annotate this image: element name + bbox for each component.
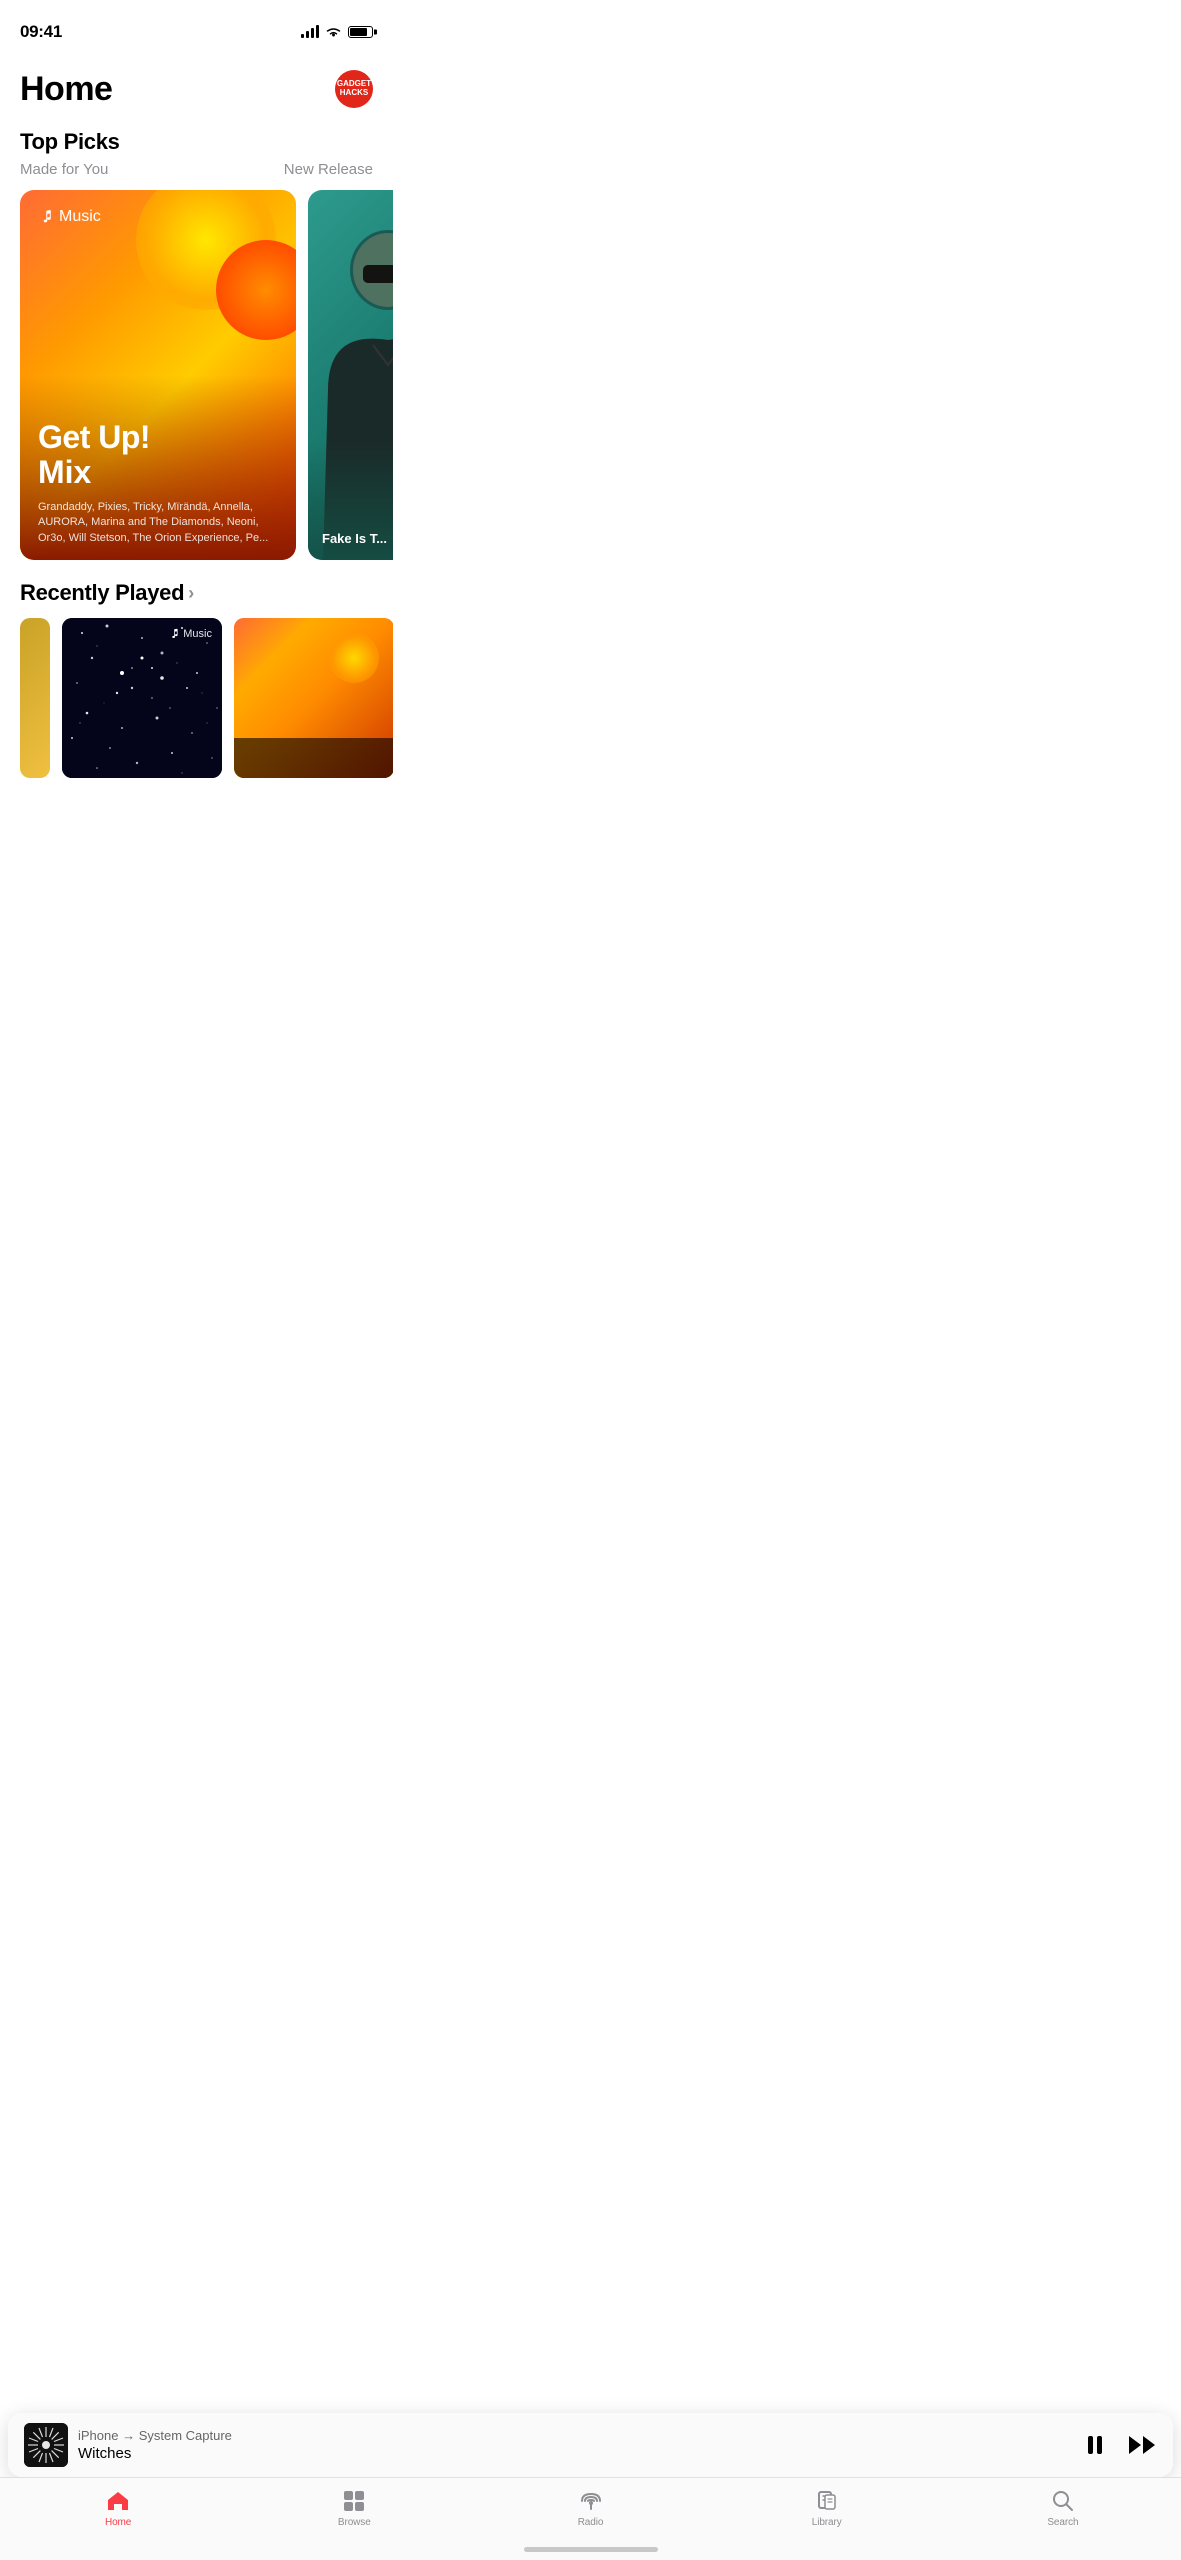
new-release-card[interactable]: Fake Is T... [308, 190, 393, 560]
now-playing-info: iPhone → System Capture Witches [78, 2428, 1073, 2462]
card-artists: Grandaddy, Pixies, Tricky, Mïrändä, Anne… [38, 500, 278, 546]
new-release-link[interactable]: New Release [284, 161, 373, 178]
pause-button[interactable] [1083, 2431, 1111, 2459]
now-playing-bar[interactable]: iPhone → System Capture Witches [8, 2413, 1173, 2477]
battery-icon [348, 26, 373, 38]
stars-bg [62, 618, 222, 778]
home-indicator [524, 2547, 658, 2552]
card-title-line1: Get Up! [38, 420, 278, 455]
tab-home[interactable]: Home [0, 2488, 236, 2528]
card-title-line2: Mix [38, 455, 278, 490]
apple-music-badge: Music [168, 628, 212, 640]
recent-card-starfield[interactable]: Music [62, 618, 222, 778]
tab-library-label: Library [812, 2517, 842, 2528]
top-picks-subtitle: Made for You [20, 161, 108, 178]
avatar[interactable]: GADGET HACKS [335, 70, 373, 108]
pause-icon [1088, 2436, 1106, 2454]
status-time: 09:41 [20, 22, 62, 42]
library-tab-icon [814, 2488, 840, 2514]
tab-library[interactable]: Library [709, 2488, 945, 2528]
fast-forward-icon [1129, 2434, 1157, 2456]
now-playing-route: iPhone → System Capture [78, 2428, 1073, 2445]
get-up-mix-card[interactable]: Music Get Up! Mix Grandaddy, Pixies, Tri… [20, 190, 296, 560]
top-picks-scroll: Music Get Up! Mix Grandaddy, Pixies, Tri… [0, 190, 393, 560]
tab-home-label: Home [105, 2517, 131, 2528]
fast-forward-button[interactable] [1129, 2431, 1157, 2459]
apple-music-label: Music [59, 208, 101, 226]
recently-played-chevron: › [188, 583, 194, 604]
recently-played-title: Recently Played [20, 580, 184, 606]
top-picks-subtitle-row: Made for You New Release [0, 159, 393, 190]
browse-tab-icon [341, 2488, 367, 2514]
tab-radio-label: Radio [578, 2517, 604, 2528]
page-title: Home [20, 70, 112, 109]
recent-card-orange[interactable] [234, 618, 393, 778]
recent-cards-scroll: Music [0, 618, 393, 778]
status-bar: 09:41 [0, 0, 393, 50]
avatar-text: GADGET HACKS [337, 80, 371, 98]
now-playing-track: Witches [78, 2445, 1073, 2462]
search-tab-icon [1050, 2488, 1076, 2514]
home-tab-icon [105, 2488, 131, 2514]
top-picks-title: Top Picks [20, 129, 373, 155]
radio-tab-icon [578, 2488, 604, 2514]
now-playing-controls [1083, 2431, 1157, 2459]
tab-radio[interactable]: Radio [472, 2488, 708, 2528]
tab-search[interactable]: Search [945, 2488, 1181, 2528]
tab-search-label: Search [1047, 2517, 1078, 2528]
tab-browse[interactable]: Browse [236, 2488, 472, 2528]
apple-music-badge-text: Music [183, 628, 212, 640]
top-picks-header: Top Picks [0, 119, 393, 159]
apple-music-logo: Music [38, 208, 101, 226]
page-header: Home GADGET HACKS [0, 50, 393, 119]
card-title-group: Get Up! Mix [38, 420, 278, 490]
recent-card-partial[interactable] [20, 618, 50, 778]
now-playing-artwork [24, 2423, 68, 2467]
second-card-text: Fake Is T... [322, 531, 393, 546]
wifi-icon [325, 26, 342, 39]
recently-played-header[interactable]: Recently Played › [0, 560, 393, 618]
tab-browse-label: Browse [338, 2517, 371, 2528]
signal-icon [301, 26, 319, 38]
status-icons [301, 26, 373, 39]
